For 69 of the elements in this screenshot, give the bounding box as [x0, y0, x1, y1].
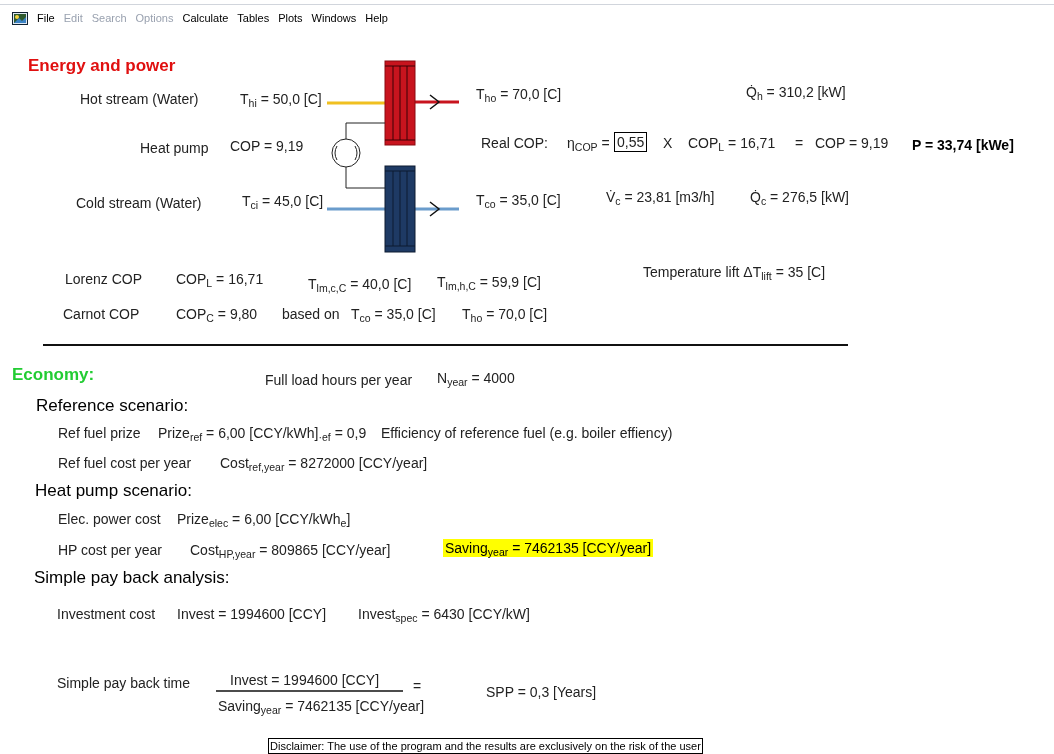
field-label: Ref fuel cost per year — [58, 454, 192, 472]
menu-item[interactable]: File — [37, 10, 55, 27]
menu-item[interactable]: Calculate — [182, 10, 229, 27]
formula-text: Saving$_{year}$ = 7462135 [CCY/year] — [218, 697, 425, 715]
formula-text: T$_{co}$ = 35,0 [C] — [351, 305, 436, 323]
field-label: Hot stream (Water) — [80, 90, 199, 108]
hot-outlet-pipe — [414, 94, 459, 110]
formula-text: V̇$_{c}$ = 23,81 [m3/h] — [606, 188, 715, 206]
formula-text: SPP = 0,3 [Years] — [486, 683, 597, 701]
field-label: Full load hours per year — [265, 371, 413, 389]
formula-text: COP = 9,19 — [815, 134, 889, 152]
field-label: Real COP: — [481, 134, 548, 152]
formula-text: COP$_{C}$ = 9,80 — [176, 305, 258, 323]
field-label: based on — [282, 305, 340, 323]
formula-text: Q̇$_{h}$ = 310,2 [kW] — [746, 83, 846, 101]
cold-outlet-pipe — [414, 201, 459, 217]
menu-item[interactable]: Tables — [237, 10, 270, 27]
subsection-heading: Simple pay back analysis: — [34, 569, 230, 587]
cold-inlet-pipe — [327, 207, 385, 211]
formula-text: Cost$_{ref,year}$ = 8272000 [CCY/year] — [220, 454, 428, 472]
formula-text: = — [795, 134, 804, 152]
formula-text: T$_{ho}$ = 70,0 [C] — [476, 85, 562, 103]
formula-text: T$_{lm,c,C}$ = 40,0 [C] — [308, 275, 412, 293]
formula-text: COP$_{L}$ = 16,71 — [688, 134, 776, 152]
section-heading: Economy: — [12, 366, 95, 384]
hot-inlet-pipe — [327, 101, 385, 105]
formula-text: T$_{co}$ = 35,0 [C] — [476, 191, 561, 209]
formula-text: Invest$_{spec}$ = 6430 [CCY/kW] — [358, 605, 530, 623]
refrigerant-line — [345, 166, 386, 189]
highlighted-result: Saving$_{year}$ = 7462135 [CCY/year] — [443, 539, 654, 557]
field-label: Cold stream (Water) — [76, 194, 202, 212]
formula-text: T$_{ci}$ = 45,0 [C] — [242, 192, 324, 210]
refrigerant-line — [345, 122, 386, 140]
formula-text: η$_{COP}$ = — [567, 134, 610, 152]
formula-text: X — [663, 134, 673, 152]
field-label: Heat pump — [140, 139, 209, 157]
section-heading: Energy and power — [28, 57, 176, 75]
app-icon[interactable] — [12, 11, 28, 25]
compressor-icon — [331, 138, 361, 168]
field-label: Carnot COP — [63, 305, 140, 323]
field-label: Investment cost — [57, 605, 156, 623]
formula-text: = — [413, 677, 422, 695]
formula-text: Prize$_{ref}$ = 6,00 [CCY/kWh]$_{·ef}$ = 0,9 — [158, 424, 367, 442]
formula-text: Temperature lift ΔT$_{lift}$ = 35 [C] — [643, 263, 826, 281]
menu-item[interactable]: Windows — [311, 10, 357, 27]
formula-text: T$_{ho}$ = 70,0 [C] — [462, 305, 548, 323]
subsection-heading: Heat pump scenario: — [35, 482, 192, 500]
field-label: HP cost per year — [58, 541, 162, 559]
formula-text: COP$_{L}$ = 16,71 — [176, 270, 264, 288]
formula-text: Invest = 1994600 [CCY] — [177, 605, 327, 623]
formula-text: COP = 9,19 — [230, 137, 304, 155]
formula-text: Q̇$_{c}$ = 276,5 [kW] — [750, 188, 849, 206]
menu-item[interactable]: Help — [365, 10, 388, 27]
disclaimer-text: Disclaimer: The use of the program and the results are exclusively on the risk of the user — [268, 738, 703, 754]
field-label: Lorenz COP — [65, 270, 143, 288]
formula-text: T$_{lm,h,C}$ = 59,9 [C] — [437, 273, 541, 291]
field-label: Ref fuel prize — [58, 424, 141, 442]
result-text: P = 33,74 [kWe] — [912, 136, 1014, 154]
field-label: Elec. power cost — [58, 510, 161, 528]
formula-text: Cost$_{HP,year}$ = 809865 [CCY/year] — [190, 541, 391, 559]
field-label: Simple pay back time — [57, 674, 191, 692]
input-field[interactable]: 0,55 — [614, 132, 648, 152]
subsection-heading: Reference scenario: — [36, 397, 189, 415]
formula-text: Prize$_{elec}$ = 6,00 [CCY/kWh$_{e}$] — [177, 510, 351, 528]
formula-text: Invest = 1994600 [CCY] — [230, 671, 380, 689]
formula-text: N$_{year}$ = 4000 — [437, 369, 515, 387]
formula-text: T$_{hi}$ = 50,0 [C] — [240, 90, 322, 108]
menu-item[interactable]: Plots — [278, 10, 303, 27]
field-label: Efficiency of reference fuel (e.g. boiler effiency) — [381, 424, 673, 442]
